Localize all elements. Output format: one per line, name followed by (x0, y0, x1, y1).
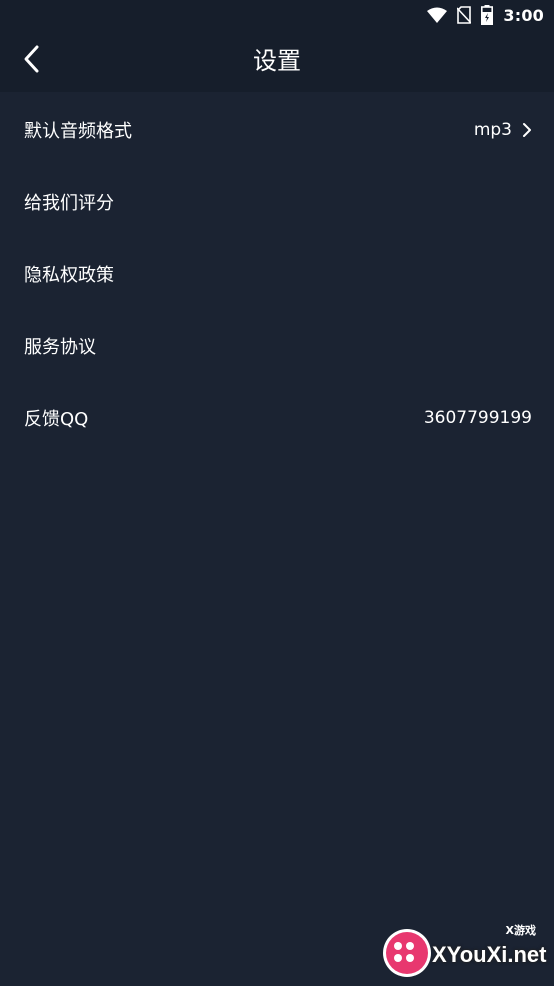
status-bar: 3:00 (0, 0, 554, 30)
setting-label: 隐私权政策 (24, 265, 114, 286)
watermark-text: XYouXi.net (432, 942, 547, 967)
battery-icon (481, 5, 494, 25)
setting-value: 3607799199 (423, 408, 532, 428)
watermark: X游戏 XYouXi.net (380, 922, 548, 978)
setting-right: mp3 (474, 120, 532, 140)
no-sim-icon (457, 6, 472, 24)
setting-value: mp3 (473, 120, 512, 140)
setting-label: 给我们评分 (24, 193, 114, 214)
setting-rate-us[interactable]: 给我们评分 (0, 166, 554, 238)
setting-service-agreement[interactable]: 服务协议 (0, 310, 554, 382)
wifi-icon (427, 7, 448, 23)
setting-privacy-policy[interactable]: 隐私权政策 (0, 238, 554, 310)
app-bar: 设置 (0, 30, 554, 92)
status-time: 3:00 (503, 5, 544, 25)
setting-label: 反馈QQ (24, 409, 89, 430)
gamepad-logo-icon (386, 932, 428, 974)
setting-default-audio-format[interactable]: 默认音频格式 mp3 (0, 94, 554, 166)
page-title: 设置 (253, 47, 301, 75)
setting-label: 默认音频格式 (24, 121, 132, 142)
settings-list: 默认音频格式 mp3 给我们评分 隐私权政策 服务协议 反馈QQ 3607799… (0, 94, 554, 454)
setting-label: 服务协议 (24, 337, 96, 358)
watermark-sub: X游戏 (503, 922, 538, 938)
setting-feedback-qq[interactable]: 反馈QQ 3607799199 (0, 382, 554, 454)
status-icons: 3:00 (427, 4, 544, 26)
chevron-right-icon (522, 122, 532, 138)
